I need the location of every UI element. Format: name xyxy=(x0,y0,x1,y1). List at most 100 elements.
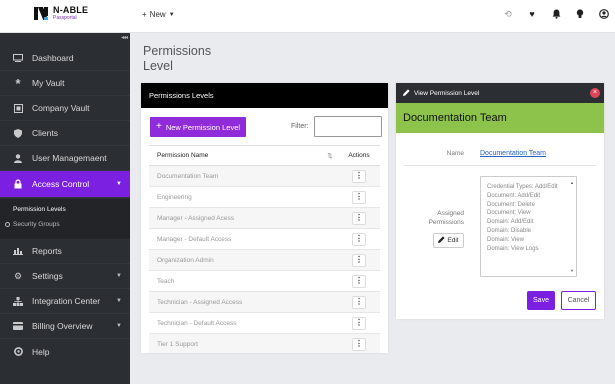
new-menu-button[interactable]: + New ▼ xyxy=(142,10,175,19)
sidebar-item-billing-overview[interactable]: Billing Overview ▼ xyxy=(0,314,130,339)
row-actions-kebab-icon[interactable]: ⋮ xyxy=(352,295,366,309)
sidebar-item-my-vault[interactable]: * My Vault xyxy=(0,71,130,96)
name-label: Name xyxy=(446,150,464,157)
sidebar-item-access-control[interactable]: Access Control ▼ xyxy=(0,171,130,198)
product-name: Passportal xyxy=(53,15,77,21)
close-icon[interactable]: × xyxy=(590,88,600,98)
new-permission-level-button[interactable]: + New Permission Level xyxy=(150,117,246,137)
table-row[interactable]: Tier 1 Support ⋮ xyxy=(149,334,380,353)
permission-item: Document: Delete xyxy=(487,201,536,208)
assigned-label: Assigned xyxy=(437,210,464,217)
row-actions-kebab-icon[interactable]: ⋮ xyxy=(352,232,366,246)
table-header: Permission Name ⇅ Actions xyxy=(149,145,380,166)
permissions-label: Permissions xyxy=(428,219,464,226)
column-permission-name[interactable]: Permission Name xyxy=(149,152,322,159)
page-title: Permissions Level xyxy=(143,44,212,73)
row-actions-kebab-icon[interactable]: ⋮ xyxy=(352,316,366,330)
permission-item: Domain: Disable xyxy=(487,227,532,234)
pencil-icon xyxy=(403,88,410,98)
filter-input[interactable] xyxy=(314,116,382,137)
brand-name: N-ABLE xyxy=(53,5,89,15)
scroll-down-icon[interactable]: ▼ xyxy=(570,268,574,273)
pencil-icon xyxy=(438,236,445,245)
sidebar-item-reports[interactable]: Reports xyxy=(0,239,130,264)
scroll-up-icon[interactable]: ▲ xyxy=(570,180,574,185)
sidebar-item-company-vault[interactable]: Company Vault xyxy=(0,96,130,121)
vault-icon xyxy=(8,103,28,113)
sidebar-item-help[interactable]: Help xyxy=(0,339,130,364)
caret-down-icon: ▼ xyxy=(116,298,122,304)
asterisk-icon: * xyxy=(15,75,21,91)
caret-down-icon: ▼ xyxy=(116,273,122,279)
user-icon xyxy=(8,153,28,163)
table-row[interactable]: Engineering ⋮ xyxy=(149,187,380,208)
permission-item: Domain: Add/Edit xyxy=(487,219,534,226)
permission-item: Domain: View xyxy=(487,236,524,243)
row-actions-kebab-icon[interactable]: ⋮ xyxy=(352,253,366,267)
table-row[interactable]: Technician - Assigned Access ⋮ xyxy=(149,292,380,313)
gears-icon: ⚙ xyxy=(13,270,23,281)
permission-item: Credential Types: Add/Edit xyxy=(487,184,558,190)
table-row[interactable]: Organization Admin ⋮ xyxy=(149,250,380,271)
lock-icon xyxy=(8,179,28,189)
table-row[interactable]: Documentation Team ⋮ xyxy=(149,166,380,187)
permission-levels-card: Permissions Levels + New Permission Leve… xyxy=(141,83,388,353)
brand-logo[interactable]: N-ABLE Passportal xyxy=(34,6,88,21)
sort-icon[interactable]: ⇅ xyxy=(322,152,338,160)
name-value-link[interactable]: Documentation Team xyxy=(480,150,546,157)
caret-down-icon: ▼ xyxy=(116,181,122,187)
panel-header: View Permission Level xyxy=(396,83,604,103)
panel-title: Documentation Team xyxy=(396,103,604,133)
submenu-item-permission-levels[interactable]: Permission Levels xyxy=(13,206,66,213)
plus-icon: + xyxy=(156,121,162,132)
save-button[interactable]: Save xyxy=(527,291,555,310)
sidebar-item-user-management[interactable]: User Managemaent xyxy=(0,146,130,171)
view-permission-level-panel: View Permission Level × Documentation Te… xyxy=(396,83,604,319)
life-ring-icon xyxy=(8,347,28,356)
table-row[interactable]: Manager - Default Access ⋮ xyxy=(149,229,380,250)
submenu-item-security-groups[interactable]: Security Groups xyxy=(5,221,60,228)
shield-icon xyxy=(8,128,28,138)
card-icon xyxy=(8,322,28,330)
row-actions-kebab-icon[interactable]: ⋮ xyxy=(352,337,366,351)
user-icon[interactable] xyxy=(599,9,609,19)
sidebar: ◂◂◂ Dashboard * My Vault Company Vault C… xyxy=(0,33,130,384)
row-actions-kebab-icon[interactable]: ⋮ xyxy=(352,190,366,204)
collapse-sidebar-icon[interactable]: ◂◂◂ xyxy=(121,34,128,41)
caret-down-icon: ▼ xyxy=(168,11,175,18)
table-row[interactable]: Teach ⋮ xyxy=(149,271,380,292)
sidebar-item-settings[interactable]: ⚙ Settings ▼ xyxy=(0,264,130,289)
cancel-button[interactable]: Cancel xyxy=(561,291,596,310)
chart-icon xyxy=(8,247,28,255)
circle-icon xyxy=(5,222,10,227)
card-header: Permissions Levels xyxy=(141,83,388,108)
table-row[interactable]: Technician - Default Access ⋮ xyxy=(149,313,380,334)
monitor-icon xyxy=(8,54,28,62)
sitemap-icon xyxy=(8,296,28,306)
row-actions-kebab-icon[interactable]: ⋮ xyxy=(352,274,366,288)
permission-item: Document: View xyxy=(487,210,531,217)
permission-item: Document: Add/Edit xyxy=(487,192,541,199)
bell-icon[interactable] xyxy=(551,9,561,19)
edit-permissions-button[interactable]: Edit xyxy=(433,233,464,248)
column-actions: Actions xyxy=(348,152,370,159)
sidebar-item-dashboard[interactable]: Dashboard xyxy=(0,46,130,71)
filter-label: Filter: xyxy=(291,123,309,130)
row-actions-kebab-icon[interactable]: ⋮ xyxy=(352,211,366,225)
new-menu-label: New xyxy=(149,10,166,19)
sidebar-item-clients[interactable]: Clients xyxy=(0,121,130,146)
row-actions-kebab-icon[interactable]: ⋮ xyxy=(352,169,366,183)
access-control-submenu: Permission Levels Security Groups xyxy=(0,199,130,239)
heart-icon[interactable]: ♥ xyxy=(527,9,537,19)
assigned-permissions-list[interactable]: Credential Types: Add/Edit Document: Add… xyxy=(480,176,577,277)
table-row[interactable]: Manager - Assigned Acess ⋮ xyxy=(149,208,380,229)
plus-icon: + xyxy=(142,10,147,19)
caret-down-icon: ▼ xyxy=(116,323,122,329)
lightbulb-icon[interactable] xyxy=(575,9,585,19)
permission-item: Domain: View Logs xyxy=(487,245,539,252)
permission-levels-table: Permission Name ⇅ Actions Documentation … xyxy=(149,145,380,353)
n-able-logo-mark xyxy=(34,7,49,20)
divider xyxy=(404,165,596,166)
history-icon[interactable]: ⟲ xyxy=(503,9,513,19)
sidebar-item-integration-center[interactable]: Integration Center ▼ xyxy=(0,289,130,314)
